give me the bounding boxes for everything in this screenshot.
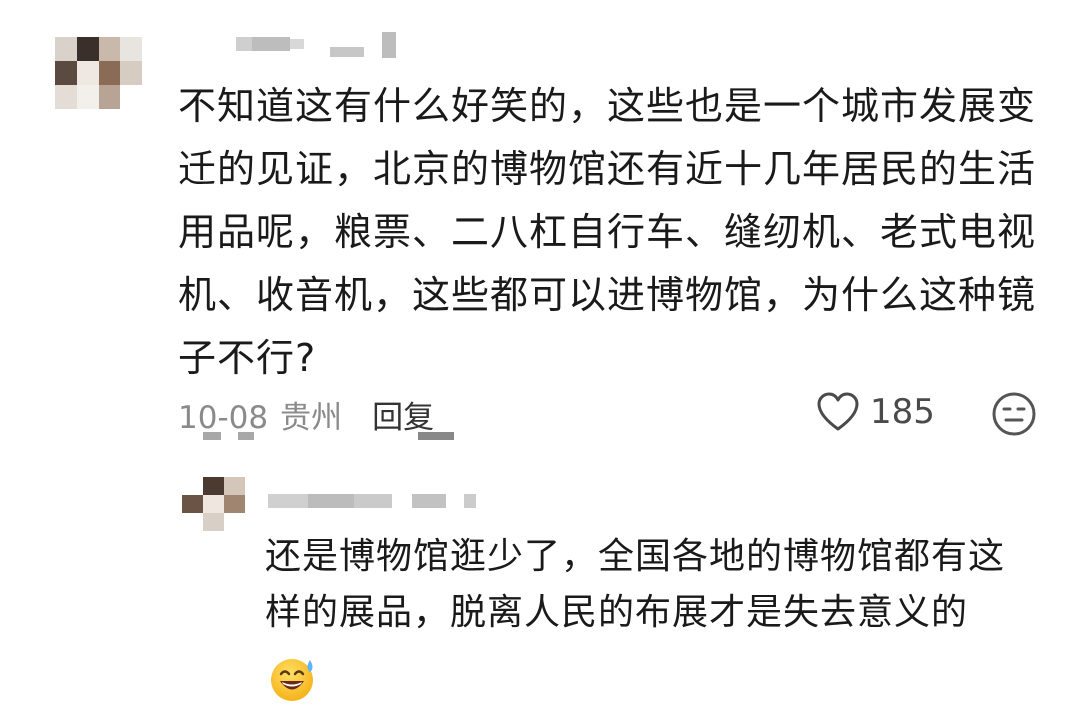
comment-location: 贵州 xyxy=(280,400,343,436)
emoji-face-icon[interactable] xyxy=(991,391,1037,437)
reply-avatar[interactable] xyxy=(182,477,245,531)
like-button[interactable]: 185 xyxy=(816,392,935,432)
reply-text-line: 还是博物馆逛少了，全国各地的博物馆都有这 xyxy=(265,536,1006,577)
comment-text: 不知道这有什么好笑的，这些也是一个城市发展变 迁的见证，北京的博物馆还有近十几年… xyxy=(178,75,1038,390)
comment-meta: 10-08 贵州 回复 xyxy=(178,392,434,437)
comment-text-line: 不知道这有什么好笑的，这些也是一个城市发展变 xyxy=(178,84,1037,128)
reply-button[interactable]: 回复 xyxy=(372,392,434,437)
meta-blur-mark xyxy=(203,432,221,440)
reply-text: 还是博物馆逛少了，全国各地的博物馆都有这 样的展品，脱离人民的布展才是失去意义的 xyxy=(265,529,1055,641)
sweat-smile-emoji xyxy=(271,659,313,701)
meta-blur-mark xyxy=(418,432,454,440)
avatar[interactable] xyxy=(55,37,142,109)
meta-blur-mark xyxy=(238,432,254,440)
reply-text-line: 样的展品，脱离人民的布展才是失去意义的 xyxy=(265,592,969,633)
comment-text-line: 机、收音机，这些都可以进博物馆，为什么这种镜 xyxy=(178,273,1037,317)
comment-text-line: 用品呢，粮票、二八杠自行车、缝纫机、老式电视 xyxy=(178,210,1037,254)
comment-text-line: 子不行? xyxy=(178,336,317,380)
comment-date: 10-08 xyxy=(178,400,269,436)
like-count: 185 xyxy=(870,392,935,432)
heart-outline-icon xyxy=(817,392,859,431)
username-blurred-suffix xyxy=(330,32,396,58)
comment-text-line: 迁的见证，北京的博物馆还有近十几年居民的生活 xyxy=(178,147,1037,191)
reply-username-blurred[interactable] xyxy=(268,494,476,508)
username-blurred[interactable] xyxy=(236,37,304,51)
